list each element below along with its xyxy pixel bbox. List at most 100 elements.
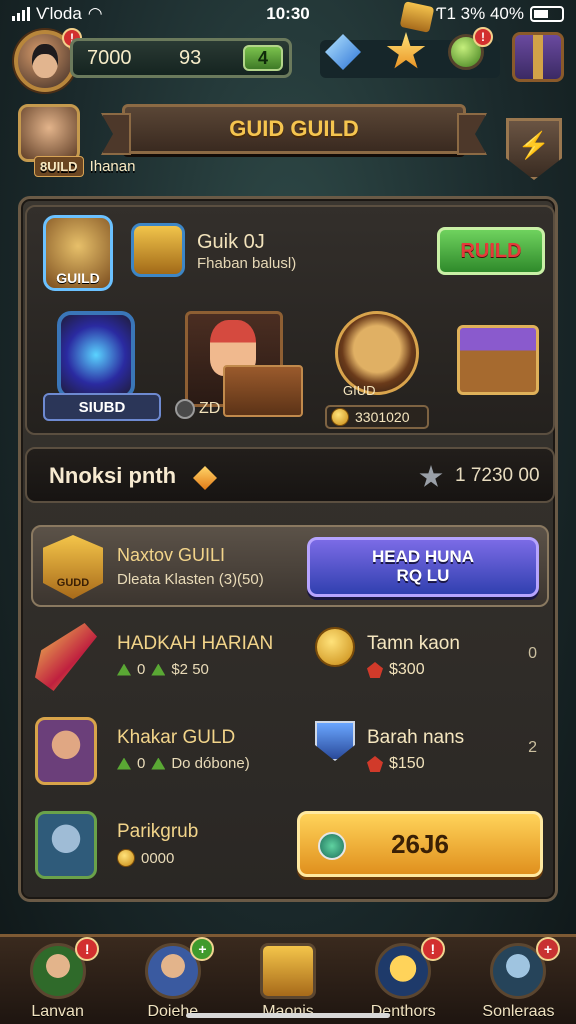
token-icon <box>318 832 346 860</box>
rune-price: 3301020 <box>325 405 429 429</box>
nav-item-sonleraas[interactable]: + Sonleraas <box>461 937 576 1024</box>
build-button[interactable]: RUILD <box>437 227 545 275</box>
quest-meta-price: $2 50 <box>171 661 209 678</box>
quest-list: GUDD Naxtov GUILI Dleata Klasten (3)(50)… <box>25 521 555 899</box>
amber-gem-icon <box>193 466 217 490</box>
rune-name: GIUD <box>343 383 376 398</box>
nav-label: Denthors <box>370 1003 436 1020</box>
gold-counter: 7000 93 4 <box>70 38 292 78</box>
guild-card-title: Guik 0J <box>197 231 265 253</box>
quest-count: 2 <box>528 739 537 756</box>
quest-title: HADKAH HARIAN <box>117 633 274 654</box>
portal-icon[interactable] <box>57 311 135 399</box>
reward-price-value: $300 <box>389 661 425 678</box>
quest-meta-count: 0 <box>137 755 146 772</box>
guild-emblem-label: GUILD <box>56 270 100 286</box>
nav-item-denthors[interactable]: ! Denthors <box>346 937 461 1024</box>
ruby-icon <box>367 756 383 772</box>
quest-meta-count: 0 <box>137 661 146 678</box>
status-bar: Ѵloda ◠ 10:30 Ƭ1 3% 40% <box>0 0 576 28</box>
gold-bar-icon <box>399 1 435 33</box>
featured-emblem-label: GUDD <box>56 577 90 589</box>
leaf-icon <box>117 663 131 676</box>
nav-label: Sonleraas <box>482 1003 555 1020</box>
nav-label: Doiehe <box>147 1003 199 1020</box>
ruby-icon <box>367 662 383 678</box>
quest-meta: 0 Do dóbone) <box>117 755 250 772</box>
info-strip-title: Nnoksi pnth <box>49 463 177 488</box>
featured-row-subtitle: Dleata Klasten (3)(50) <box>117 571 264 588</box>
quest-title: Parikgrub <box>117 821 199 842</box>
hero-label-text: ZD <box>199 400 221 418</box>
bottom-nav: ! Lanvan + Doiehe Maonis ! Denthors + So… <box>0 934 576 1024</box>
guild-emblem[interactable]: GUILD <box>43 215 113 291</box>
info-strip-time: 1 7230 00 <box>455 465 540 486</box>
coin-icon <box>315 627 355 667</box>
wifi-icon: ◠ <box>87 4 103 23</box>
hero-label: ZD <box>175 399 220 419</box>
quest-meta-price: Do dóbone) <box>171 755 250 772</box>
guild-chest-nav-icon <box>260 943 316 999</box>
home-indicator[interactable] <box>186 1013 390 1018</box>
nav-label: Maonis <box>262 1003 314 1020</box>
quest-meta: 0 $2 50 <box>117 661 209 678</box>
crates-icon <box>223 365 303 417</box>
gold-value: 7000 <box>87 46 132 69</box>
leaf-icon <box>151 663 166 676</box>
player-avatar[interactable]: ! <box>14 28 82 92</box>
shop-chest-icon[interactable] <box>512 32 564 82</box>
nav-badge: ! <box>420 937 445 961</box>
guild-panel: GUILD Guik 0J Fhaban balusl) RUILD SIUBD… <box>18 196 558 902</box>
nav-badge: + <box>190 937 215 961</box>
battery-text: Ƭ1 3% 40% <box>436 4 524 23</box>
nav-badge: + <box>536 937 561 961</box>
quest-meta-price: 0000 <box>141 849 175 867</box>
sword-icon <box>35 623 97 691</box>
guild-crest-icon <box>131 223 185 277</box>
reward-title: Barah nans <box>367 727 465 748</box>
portal-label: SIUBD <box>43 393 161 421</box>
signal-icon <box>12 7 30 21</box>
treasure-chest-icon[interactable] <box>457 325 539 395</box>
orb-icon[interactable]: ! <box>448 27 493 70</box>
quest-count: 0 <box>528 645 537 662</box>
nav-item-maonis[interactable]: Maonis <box>230 937 345 1024</box>
star-icon <box>419 465 443 487</box>
leaf-icon <box>117 757 131 770</box>
guild-header: 8UILD Ihanan GUID GUILD ⚡ <box>12 98 564 190</box>
nav-item-lanvan[interactable]: ! Lanvan <box>0 937 115 1024</box>
list-item[interactable]: Parikgrub 0000 26J6 <box>25 803 555 895</box>
info-strip: Nnoksi pnth 1 7230 00 <box>25 447 555 503</box>
avatar-face <box>32 44 58 78</box>
guild-leader-avatar[interactable] <box>18 104 80 162</box>
reward-title: Tamn kaon <box>367 633 460 654</box>
featured-action-button[interactable]: HEAD HUNA RQ LU <box>307 537 539 597</box>
hero-portrait-icon <box>35 717 97 785</box>
list-item[interactable]: Khakar GULD 0 Do dóbone) Barah nans $150 … <box>25 709 555 801</box>
guild-member-name: 8UILD Ihanan <box>34 156 135 177</box>
nav-badge: ! <box>75 937 100 961</box>
list-item[interactable]: HADKAH HARIAN 0 $2 50 Tamn kaon $300 0 <box>25 615 555 707</box>
quest-title: Khakar GULD <box>117 727 236 748</box>
clock: 10:30 <box>266 4 310 23</box>
coin-icon <box>331 408 349 426</box>
orb-badge: ! <box>473 27 493 47</box>
guild-shield-button[interactable]: ⚡ <box>506 118 562 180</box>
guild-title-banner: GUID GUILD <box>122 104 466 154</box>
guild-card-subtitle: Fhaban balusl) <box>197 255 297 272</box>
nav-item-doiehe[interactable]: + Doiehe <box>115 937 230 1024</box>
resource-bar: ! 7000 93 4 ! <box>0 1 576 92</box>
featured-row-title: Naxtov GUILI <box>117 545 226 565</box>
nav-label: Lanvan <box>31 1003 84 1020</box>
quest-meta: 0000 <box>117 849 174 867</box>
battery-icon <box>530 6 564 22</box>
reward-price: $300 <box>367 661 425 679</box>
gold-emblem-icon: GUDD <box>43 535 103 599</box>
claim-button[interactable]: 26J6 <box>297 811 543 877</box>
clock-icon <box>175 399 195 419</box>
guild-overview-card: GUILD Guik 0J Fhaban balusl) RUILD SIUBD… <box>25 205 555 435</box>
coin-icon <box>117 849 135 867</box>
leaf-icon <box>151 757 166 770</box>
add-currency-button[interactable]: 4 <box>243 45 283 71</box>
guild-tag: 8UILD <box>34 156 84 177</box>
